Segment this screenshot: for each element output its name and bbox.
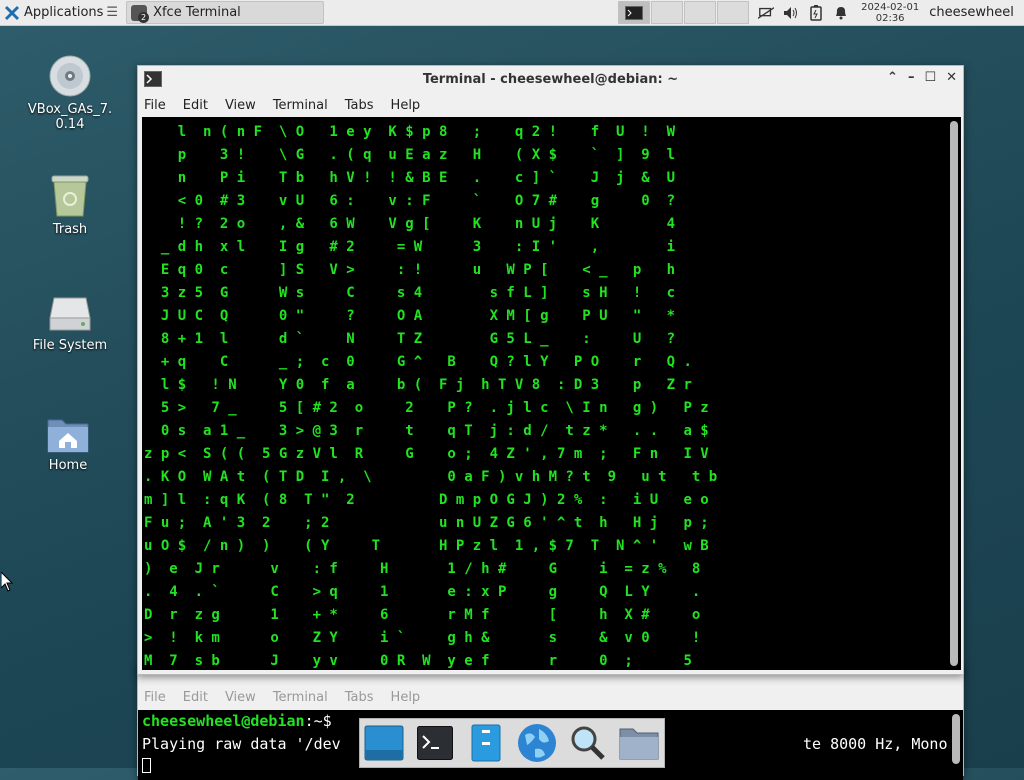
matrix-row: l $ ! N Y 0 f a b ( F j h T V 8 : D 3 p … <box>144 377 692 393</box>
matrix-row: > ! k m o Z Y i ` g h & s & v 0 ! <box>144 630 701 646</box>
matrix-row: m ] l : q K ( 8 T " 2 D m p O G J ) 2 % … <box>144 492 709 508</box>
workspace-2[interactable] <box>651 1 684 24</box>
xfce-logo-icon <box>4 5 20 21</box>
matrix-row: u O $ / n ) ) ( Y T H P z l 1 , $ 7 T N … <box>144 538 709 554</box>
output-line-tail: te 8000 Hz, Mono <box>803 735 948 753</box>
titlebar[interactable]: Terminal - cheesewheel@debian: ~ ⌃ – ☐ ✕ <box>138 66 963 93</box>
desktop-icon-vbox-gas[interactable]: VBox_GAs_7. 0.14 <box>20 54 120 132</box>
desktop-icon-trash[interactable]: Trash <box>20 172 120 237</box>
task-label: Xfce Terminal <box>153 5 241 20</box>
applications-label: Applications <box>24 5 104 20</box>
file-manager-icon[interactable] <box>466 723 506 763</box>
clock-time: 02:36 <box>875 12 905 24</box>
menu-edit[interactable]: Edit <box>183 690 208 705</box>
maximize-icon[interactable]: ☐ <box>924 70 936 85</box>
menu-lines-icon: ☰ <box>106 5 119 20</box>
desktop-icon-label: VBox_GAs_7. 0.14 <box>27 102 113 132</box>
matrix-row: l n ( n F \ O 1 e y K $ p 8 ; q 2 ! f U … <box>144 124 676 140</box>
top-panel: Applications ☰ 2 Xfce Terminal 2024-02-0… <box>0 0 1024 26</box>
mouse-cursor-icon <box>0 570 14 596</box>
matrix-row: 3 z 5 G W s C s 4 s f L ] s H ! c <box>144 285 676 301</box>
menu-tabs[interactable]: Tabs <box>345 98 374 113</box>
output-line-start: Playing raw data '/dev <box>142 735 341 753</box>
workspace-3[interactable] <box>684 1 717 24</box>
dock <box>359 718 665 768</box>
matrix-row: M 7 s b J y v 0 R W y e f r 0 ; 5 <box>144 653 692 669</box>
home-folder-icon <box>46 414 90 454</box>
matrix-rain-output: l n ( n F \ O 1 e y K $ p 8 ; q 2 ! f U … <box>144 121 717 670</box>
matrix-row: z p < S ( ( 5 G z V l R G o ; 4 Z ' , 7 … <box>144 446 709 462</box>
matrix-row: + q C _ ; c 0 G ^ B Q ? l Y P O r Q . <box>144 354 692 370</box>
network-icon[interactable] <box>758 5 775 21</box>
menu-terminal[interactable]: Terminal <box>273 690 328 705</box>
scrollbar[interactable] <box>950 121 958 666</box>
menu-help[interactable]: Help <box>391 690 421 705</box>
matrix-row: _ d h x l I g # 2 = W 3 : I ' , i <box>144 239 676 255</box>
terminal-screen[interactable]: l n ( n F \ O 1 e y K $ p 8 ; q 2 ! f U … <box>142 117 961 670</box>
matrix-row: ! ? 2 o , & 6 W V g [ K n U j K 4 <box>144 216 676 232</box>
desktop-icon-file-system[interactable]: File System <box>20 294 120 353</box>
user-menu[interactable]: cheesewheel <box>929 5 1014 20</box>
desktop-icon-home[interactable]: Home <box>18 414 118 473</box>
matrix-row: . K O W A t ( T D I , \ 0 a F ) v h M ? … <box>144 469 718 485</box>
menu-terminal[interactable]: Terminal <box>273 98 328 113</box>
menu-file[interactable]: File <box>144 690 166 705</box>
terminal-group-icon: 2 <box>131 4 150 23</box>
search-icon[interactable] <box>568 723 608 763</box>
matrix-row: E q 0 c ] S V > : ! u W P [ < _ p h <box>144 262 676 278</box>
menu-view[interactable]: View <box>225 690 256 705</box>
prompt-user: cheesewheel@debian <box>142 712 305 730</box>
minimize-icon[interactable]: – <box>908 70 915 85</box>
power-manager-icon[interactable] <box>808 4 824 21</box>
clock-date: 2024-02-01 <box>861 1 920 13</box>
text-cursor <box>142 758 151 773</box>
desktop-icon-label: File System <box>32 338 108 353</box>
desktop-icon-label: Trash <box>52 222 88 237</box>
web-browser-icon[interactable] <box>517 723 557 763</box>
workspace-switcher <box>618 1 750 24</box>
task-count-badge: 2 <box>138 11 150 23</box>
close-icon[interactable]: ✕ <box>946 70 957 85</box>
applications-menu-button[interactable]: Applications ☰ <box>0 0 122 25</box>
trash-icon <box>48 172 92 218</box>
workspace-4[interactable] <box>717 1 750 24</box>
matrix-row: D r z g 1 + * 6 r M f [ h X # o <box>144 607 701 623</box>
notifications-bell-icon[interactable] <box>833 5 849 21</box>
terminal-launcher-icon[interactable] <box>415 723 455 763</box>
drive-icon <box>48 294 92 334</box>
prompt-rest: :~$ <box>304 712 332 730</box>
show-desktop-icon[interactable] <box>364 723 404 763</box>
menubar: File Edit View Terminal Tabs Help <box>138 93 963 117</box>
window-title: Terminal - cheesewheel@debian: ~ <box>422 72 679 87</box>
menu-file[interactable]: File <box>144 98 166 113</box>
folder-icon[interactable] <box>619 723 659 763</box>
matrix-row: < 0 # 3 v U 6 : v : F ` O 7 # g 0 ? <box>144 193 676 209</box>
menu-view[interactable]: View <box>225 98 256 113</box>
menu-help[interactable]: Help <box>391 98 421 113</box>
workspace-1[interactable] <box>618 1 651 24</box>
roll-up-icon[interactable]: ⌃ <box>887 70 898 85</box>
clock[interactable]: 2024-02-01 02:36 <box>861 2 919 24</box>
matrix-row: ) e J r v : f H 1 / h # G i = z % 8 <box>144 561 701 577</box>
matrix-row: F u ; A ' 3 2 ; 2 u n U Z G 6 ' ^ t h H … <box>144 515 709 531</box>
menu-tabs[interactable]: Tabs <box>345 690 374 705</box>
matrix-row: 8 + 1 l d ` N T Z G 5 L _ : U ? <box>144 331 676 347</box>
system-tray <box>758 4 849 21</box>
matrix-row: . 4 . ` C > q 1 e : x P g Q L Y . <box>144 584 701 600</box>
matrix-row: 5 > 7 _ 5 [ # 2 o 2 P ? . j l c \ I n g … <box>144 400 709 416</box>
volume-icon[interactable] <box>783 5 799 21</box>
matrix-row: n P i T b h V ! ! & B E . c ] ` J j & U <box>144 170 676 186</box>
matrix-row: p 3 ! \ G . ( q u E a z H ( X $ ` ] 9 l <box>144 147 676 163</box>
matrix-row: J U C Q 0 " ? O A X M [ g P U " * <box>144 308 676 324</box>
menu-edit[interactable]: Edit <box>183 98 208 113</box>
matrix-row: 0 s a 1 _ 3 > @ 3 r t q T j : d / t z * … <box>144 423 709 439</box>
menubar-back: File Edit View Terminal Tabs Help <box>138 685 963 709</box>
cd-disc-icon <box>48 54 92 98</box>
taskbar-button-xfce-terminal[interactable]: 2 Xfce Terminal <box>126 1 325 24</box>
scrollbar-back[interactable] <box>952 714 960 764</box>
terminal-window-main[interactable]: Terminal - cheesewheel@debian: ~ ⌃ – ☐ ✕… <box>137 65 964 675</box>
desktop-icon-label: Home <box>48 458 88 473</box>
terminal-mini-icon <box>625 5 644 20</box>
